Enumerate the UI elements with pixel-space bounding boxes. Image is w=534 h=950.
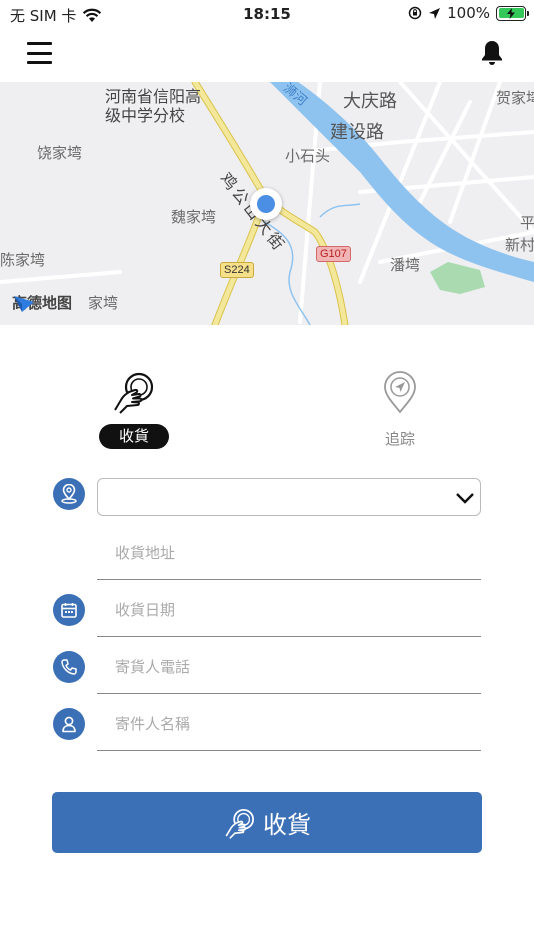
map-provider-logo: 高德地图 [12, 292, 72, 313]
road-badge-s224: S224 [220, 262, 254, 278]
current-location-marker [250, 188, 282, 220]
user-icon [53, 708, 85, 740]
sender-name-input[interactable] [115, 715, 465, 733]
tab-receive-label: 收貨 [98, 424, 169, 449]
map-label-hejiawan: 贺家塆 [496, 89, 534, 107]
road-badge-g107: G107 [316, 246, 351, 262]
map-label-xiaoshitou: 小石头 [285, 147, 331, 165]
date-input[interactable] [115, 601, 465, 619]
receive-hand-icon [114, 372, 154, 414]
track-location-icon [384, 371, 416, 414]
address-input[interactable] [115, 544, 465, 562]
map-label-pingxincun: 平 新村 [505, 214, 534, 254]
tab-track-label: 追踪 [384, 430, 415, 448]
calendar-icon [53, 594, 85, 626]
bell-icon[interactable] [480, 39, 504, 67]
location-pin-icon [53, 478, 85, 510]
tab-track[interactable]: 追踪 [362, 370, 438, 449]
map-label-raojiawan: 饶家塆 [37, 144, 83, 162]
battery-percent: 100% [447, 4, 490, 22]
map-label-panwan: 潘塆 [390, 256, 421, 274]
location-arrow-icon [429, 7, 441, 19]
receive-hand-icon [225, 808, 254, 839]
location-select[interactable] [97, 478, 481, 516]
battery-icon [496, 5, 529, 21]
status-right: 100% [408, 4, 529, 22]
amap-logo-icon [14, 296, 34, 312]
phone-field[interactable] [97, 644, 481, 694]
receive-submit-label: 收貨 [263, 811, 311, 839]
phone-icon [53, 651, 85, 683]
phone-input[interactable] [115, 658, 465, 676]
map-label-daqing-road: 大庆路 [343, 91, 397, 112]
map-label-jianshe-road: 建设路 [330, 122, 384, 143]
address-field[interactable] [97, 530, 481, 580]
chevron-down-icon [456, 493, 474, 504]
map-label-weijiawan: 魏家塆 [171, 208, 217, 226]
map-label-lower-wan: 家塆 [88, 294, 119, 312]
map-label-school: 河南省信阳高 级中学分校 [105, 87, 202, 125]
sender-name-field[interactable] [97, 701, 481, 751]
map-label-chenjiawan: 陈家塆 [0, 251, 46, 269]
receive-submit-button[interactable]: 收貨 [52, 792, 482, 853]
menu-icon[interactable] [27, 42, 52, 64]
status-bar: 无 SIM 卡 18:15 100% [0, 0, 534, 28]
date-field[interactable] [97, 587, 481, 637]
tab-receive[interactable]: 收貨 [96, 370, 172, 449]
map-view[interactable]: 河南省信阳高 级中学分校 大庆路 建设路 浉河 贺家塆 饶家塆 小石头 鸡公山大… [0, 82, 534, 325]
orientation-lock-icon [408, 6, 422, 20]
nav-bar [0, 28, 534, 82]
